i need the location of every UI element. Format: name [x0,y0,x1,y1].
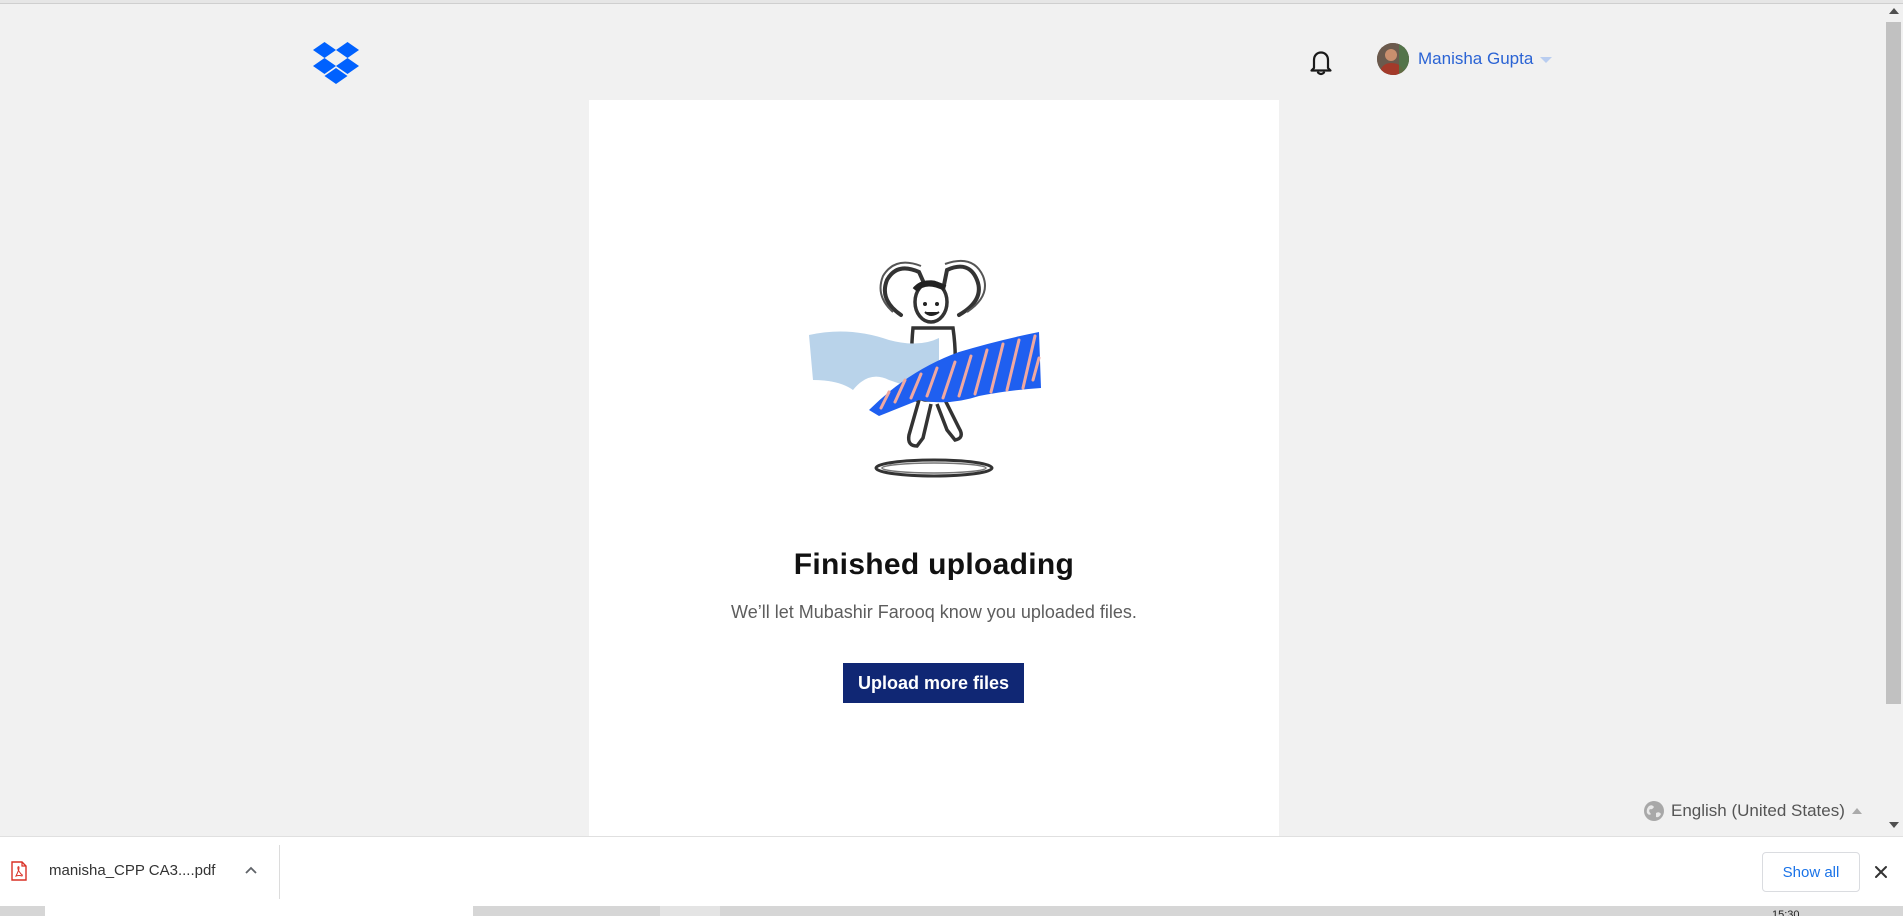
upload-complete-card: Finished uploading We’ll let Mubashir Fa… [589,100,1279,836]
show-all-button[interactable]: Show all [1762,852,1860,892]
download-bar: manisha_CPP CA3....pdf Show all [0,836,1903,906]
browser-top-border [0,0,1903,4]
taskbar-app-button[interactable] [660,906,720,916]
download-file-name[interactable]: manisha_CPP CA3....pdf [49,862,215,879]
taskbar-clock: 15:30 [1772,909,1800,916]
close-icon[interactable] [1872,863,1890,881]
caret-up-icon [1851,808,1862,814]
download-item[interactable]: manisha_CPP CA3....pdf [0,837,278,907]
language-selector[interactable]: English (United States) [1643,800,1862,822]
user-menu[interactable]: Manisha Gupta [1377,43,1553,75]
upload-more-files-button[interactable]: Upload more files [843,663,1024,703]
scroll-down-arrow-icon[interactable] [1889,822,1899,828]
globe-icon [1644,801,1664,821]
bell-icon[interactable] [1306,47,1336,77]
taskbar-search-box[interactable] [45,906,473,916]
scrollbar-thumb[interactable] [1886,22,1901,704]
dropbox-logo-icon[interactable] [313,42,359,84]
avatar [1377,43,1409,75]
divider [279,845,280,899]
chevron-up-icon[interactable] [243,862,259,878]
upload-notice-text: We’ll let Mubashir Farooq know you uploa… [731,602,1137,622]
caret-down-icon[interactable] [1540,57,1553,63]
page-title: Finished uploading [793,548,1075,581]
jumping-person-illustration-icon [809,260,1041,478]
user-name[interactable]: Manisha Gupta [1418,49,1533,69]
pdf-file-icon [11,861,27,881]
language-label[interactable]: English (United States) [1671,801,1845,821]
scroll-up-arrow-icon[interactable] [1889,8,1899,14]
